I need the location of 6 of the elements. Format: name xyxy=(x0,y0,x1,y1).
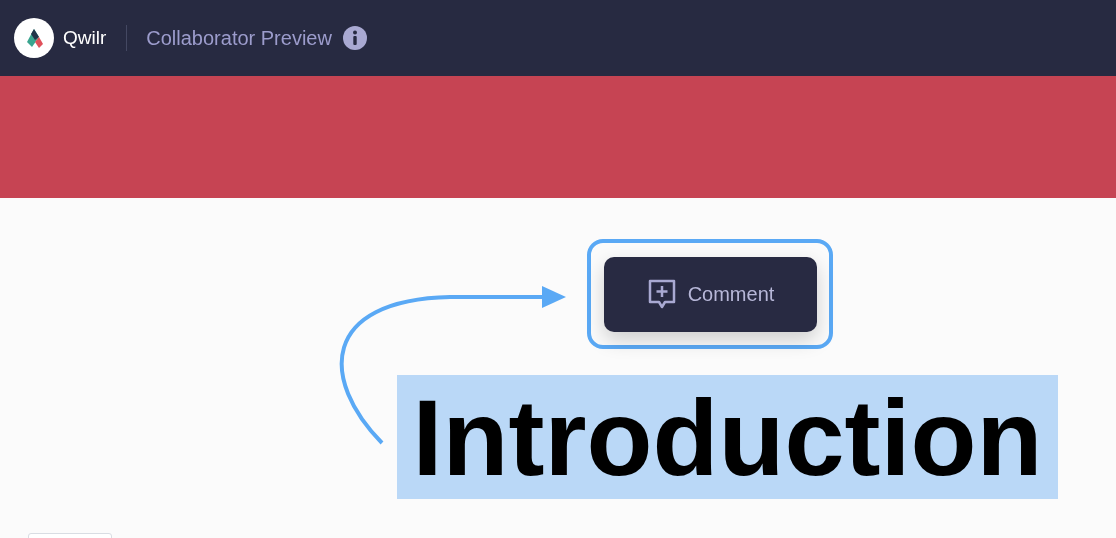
logo-text: Qwilr xyxy=(63,27,107,49)
section-heading: Introduction xyxy=(397,375,1058,499)
logo-icon xyxy=(14,18,54,58)
info-icon[interactable] xyxy=(342,26,367,50)
page-title: Collaborator Preview xyxy=(146,26,332,50)
comment-button[interactable]: Comment xyxy=(603,256,817,332)
